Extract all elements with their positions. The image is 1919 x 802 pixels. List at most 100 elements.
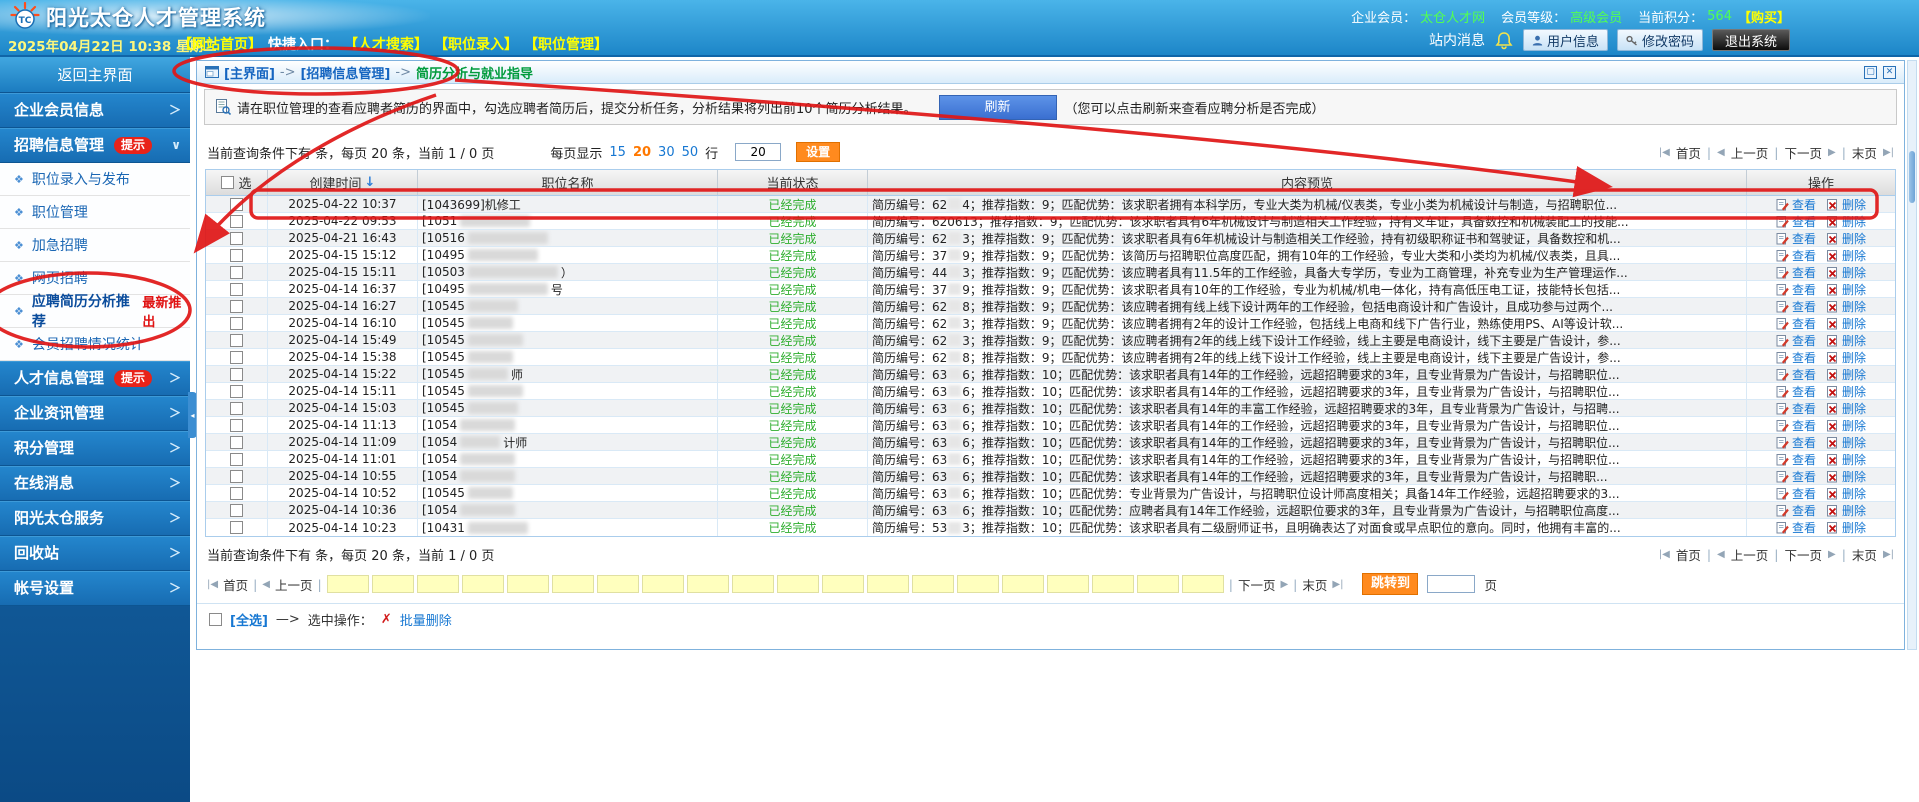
per-page-input[interactable] (735, 143, 782, 161)
page-number-box[interactable] (821, 575, 864, 593)
view-link[interactable]: 查看 (1776, 349, 1816, 365)
sidebar-item-urgent-recruit[interactable]: ❖ 加急招聘 (0, 229, 190, 262)
change-password-button[interactable]: 修改密码 (1616, 29, 1703, 51)
batch-delete-link[interactable]: 批量删除 (400, 610, 452, 629)
delete-link[interactable]: 删除 (1826, 349, 1866, 365)
row-checkbox[interactable] (230, 384, 243, 398)
page-number-box[interactable] (416, 575, 459, 593)
row-checkbox[interactable] (230, 316, 243, 330)
page-number-box[interactable] (1091, 575, 1134, 593)
delete-link[interactable]: 删除 (1826, 417, 1866, 433)
last-page-link[interactable]: 末页 (1852, 143, 1877, 162)
first-page-link[interactable]: 首页 (1676, 143, 1701, 162)
page-number-box[interactable] (1136, 575, 1179, 593)
sidebar-item-job-entry-publish[interactable]: ❖ 职位录入与发布 (0, 163, 190, 196)
delete-link[interactable]: 删除 (1826, 451, 1866, 467)
set-button[interactable]: 设置 (796, 142, 841, 162)
delete-link[interactable]: 删除 (1826, 434, 1866, 450)
row-checkbox[interactable] (230, 521, 243, 534)
row-checkbox[interactable] (230, 350, 243, 364)
delete-link[interactable]: 删除 (1826, 315, 1866, 331)
page-number-box[interactable] (596, 575, 639, 593)
select-all-checkbox[interactable] (221, 176, 235, 189)
select-all-link[interactable]: [全选] (230, 610, 268, 629)
row-checkbox[interactable] (230, 401, 243, 415)
row-checkbox[interactable] (230, 367, 243, 381)
sidebar-item-job-mgmt[interactable]: ❖ 职位管理 (0, 196, 190, 229)
delete-link[interactable]: 删除 (1826, 383, 1866, 399)
row-checkbox[interactable] (230, 282, 243, 296)
view-link[interactable]: 查看 (1776, 434, 1816, 450)
per-page-50[interactable]: 50 (682, 145, 699, 160)
view-link[interactable]: 查看 (1776, 298, 1816, 314)
sidebar-group-talent-info-mgmt[interactable]: 人才信息管理 提示 ＞ (0, 361, 190, 396)
sidebar-item-member-recruit-stats[interactable]: ❖ 会员招聘情况统计 (0, 328, 190, 361)
view-link[interactable]: 查看 (1776, 264, 1816, 280)
page-number-box[interactable] (506, 575, 549, 593)
view-link[interactable]: 查看 (1776, 519, 1816, 536)
row-checkbox[interactable] (230, 452, 243, 466)
view-link[interactable]: 查看 (1776, 281, 1816, 297)
sidebar-group-company-news-mgmt[interactable]: 企业资讯管理 ＞ (0, 396, 190, 431)
row-checkbox[interactable] (230, 503, 243, 517)
page-number-box[interactable] (1181, 575, 1224, 593)
prev-page-link[interactable]: 上一页 (1731, 545, 1769, 564)
first-page-link[interactable]: 首页 (1676, 545, 1701, 564)
user-info-button[interactable]: 用户信息 (1522, 29, 1608, 51)
page-number-box[interactable] (731, 575, 774, 593)
delete-link[interactable]: 删除 (1826, 400, 1866, 416)
sidebar-group-recruit-info-mgmt[interactable]: 招聘信息管理 提示 ∨ (0, 128, 190, 163)
first-page-link[interactable]: 首页 (223, 575, 248, 594)
last-page-link[interactable]: 末页 (1852, 545, 1877, 564)
nav-talent-search[interactable]: 【人才搜索】 (344, 34, 428, 54)
row-checkbox[interactable] (230, 469, 243, 483)
sidebar-group-account-settings[interactable]: 帐号设置 ＞ (0, 571, 190, 606)
sidebar-return-home[interactable]: 返回主界面 (0, 57, 190, 93)
page-number-box[interactable] (1001, 575, 1044, 593)
view-link[interactable]: 查看 (1776, 247, 1816, 263)
view-link[interactable]: 查看 (1776, 213, 1816, 229)
page-number-box[interactable] (956, 575, 999, 593)
row-checkbox[interactable] (230, 265, 243, 279)
row-checkbox[interactable] (230, 435, 243, 449)
row-checkbox[interactable] (230, 231, 243, 245)
view-link[interactable]: 查看 (1776, 451, 1816, 467)
select-all-bottom-checkbox[interactable] (209, 613, 222, 626)
next-page-link[interactable]: 下一页 (1784, 143, 1822, 162)
breadcrumb-recruit-mgmt[interactable]: [招聘信息管理] (300, 63, 390, 82)
logout-button[interactable]: 退出系统 (1711, 29, 1790, 51)
delete-link[interactable]: 删除 (1826, 247, 1866, 263)
delete-link[interactable]: 删除 (1826, 366, 1866, 382)
next-page-link[interactable]: 下一页 (1784, 545, 1822, 564)
per-page-20[interactable]: 20 (633, 145, 651, 160)
delete-link[interactable]: 删除 (1826, 468, 1866, 484)
vertical-scrollbar[interactable] (1907, 60, 1917, 650)
time-header[interactable]: 创建时间 ↓ (268, 170, 418, 195)
view-link[interactable]: 查看 (1776, 366, 1816, 382)
last-page-link[interactable]: 末页 (1302, 575, 1327, 594)
view-link[interactable]: 查看 (1776, 315, 1816, 331)
buy-points-link[interactable]: 【购买】 (1738, 7, 1790, 26)
row-checkbox[interactable] (230, 299, 243, 313)
sidebar-group-member-info[interactable]: 企业会员信息 ＞ (0, 93, 190, 128)
page-number-box[interactable] (551, 575, 594, 593)
sidebar-item-resume-analysis-recommend[interactable]: ❖ 应聘简历分析推荐 最新推出 (0, 294, 190, 330)
view-link[interactable]: 查看 (1776, 502, 1816, 518)
per-page-30[interactable]: 30 (658, 145, 675, 160)
next-page-link[interactable]: 下一页 (1238, 575, 1276, 594)
view-link[interactable]: 查看 (1776, 468, 1816, 484)
view-link[interactable]: 查看 (1776, 400, 1816, 416)
prev-page-link[interactable]: 上一页 (1731, 143, 1769, 162)
bell-icon[interactable] (1494, 31, 1514, 50)
close-icon[interactable]: ✕ (1883, 65, 1896, 79)
delete-link[interactable]: 删除 (1826, 213, 1866, 229)
prev-page-link[interactable]: 上一页 (275, 575, 313, 594)
breadcrumb-main[interactable]: [主界面] (224, 63, 275, 82)
delete-link[interactable]: 删除 (1826, 298, 1866, 314)
page-number-box[interactable] (1046, 575, 1089, 593)
row-checkbox[interactable] (230, 214, 243, 228)
nav-job-mgmt[interactable]: 【职位管理】 (524, 34, 608, 54)
sidebar-group-points-mgmt[interactable]: 积分管理 ＞ (0, 431, 190, 466)
sidebar-group-sunshine-taicang-service[interactable]: 阳光太仓服务 ＞ (0, 501, 190, 536)
row-checkbox[interactable] (230, 197, 243, 211)
